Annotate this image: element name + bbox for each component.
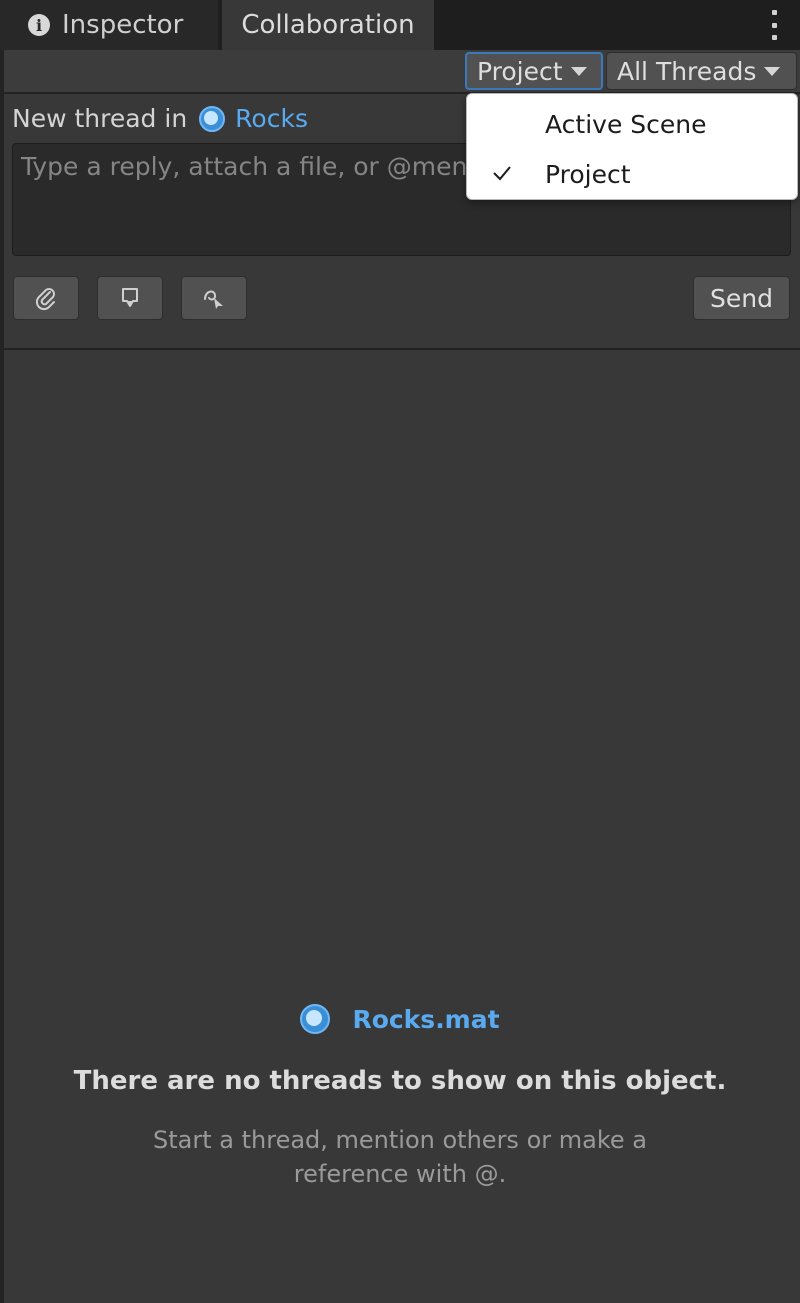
material-icon <box>199 105 226 132</box>
tab-inspector[interactable]: i Inspector <box>0 0 218 50</box>
empty-state-object-name: Rocks.mat <box>352 1004 500 1034</box>
new-thread-header: New thread in Rocks <box>12 104 308 133</box>
attach-file-button[interactable] <box>13 276 79 320</box>
scope-dropdown-value: Project <box>477 56 563 86</box>
thread-target-link[interactable]: Rocks <box>199 104 308 133</box>
chevron-down-icon <box>570 66 587 76</box>
send-button-label: Send <box>710 283 773 313</box>
collaboration-window: i Inspector Collaboration Project All Th… <box>0 0 800 1303</box>
new-thread-prefix: New thread in <box>12 104 188 133</box>
empty-state-subtitle: Start a thread, mention others or make a… <box>153 1126 647 1188</box>
tab-collaboration-label: Collaboration <box>241 10 415 40</box>
comment-marker-button[interactable] <box>97 276 163 320</box>
draw-annotation-button[interactable] <box>181 276 247 320</box>
tab-collaboration[interactable]: Collaboration <box>222 0 434 50</box>
empty-state-title: There are no threads to show on this obj… <box>73 1066 727 1096</box>
empty-state-object[interactable]: Rocks.mat <box>0 1004 800 1034</box>
send-button[interactable]: Send <box>693 276 790 320</box>
composer-divider <box>4 348 800 350</box>
left-border <box>0 50 4 1303</box>
paperclip-icon <box>35 288 55 311</box>
scope-popup-menu: Active Scene Project <box>466 93 798 200</box>
reply-placeholder: Type a reply, attach a file, or @mention <box>21 152 516 181</box>
checkmark-icon <box>493 166 511 181</box>
draw-arrow-icon <box>204 290 223 309</box>
menu-item-active-scene[interactable]: Active Scene <box>467 100 797 148</box>
more-options-icon[interactable] <box>770 10 778 40</box>
thread-filter-value: All Threads <box>617 56 757 86</box>
info-icon: i <box>28 14 50 36</box>
menu-item-project[interactable]: Project <box>467 150 797 198</box>
thread-filter-dropdown[interactable]: All Threads <box>606 52 797 90</box>
menu-item-label: Active Scene <box>545 109 707 139</box>
scope-dropdown[interactable]: Project <box>465 52 603 90</box>
material-icon <box>300 1004 331 1034</box>
thread-target-label: Rocks <box>235 104 308 133</box>
menu-item-label: Project <box>545 159 631 189</box>
tab-inspector-label: Inspector <box>62 10 184 40</box>
chevron-down-icon <box>764 66 781 76</box>
comment-marker-icon <box>122 288 138 307</box>
tab-bar: i Inspector Collaboration <box>0 0 800 50</box>
